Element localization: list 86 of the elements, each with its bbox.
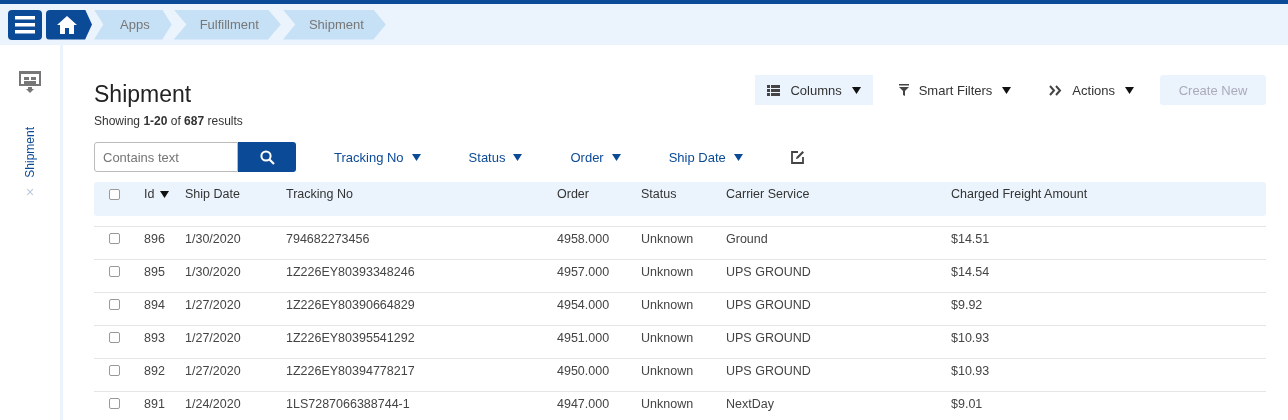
home-button[interactable] [46,9,92,40]
table-cell: 4951.000 [557,330,610,345]
table-cell: Unknown [641,363,694,378]
toolbar-button[interactable]: Smart Filters [886,75,1024,105]
warehouse-icon [19,71,41,93]
row-checkbox[interactable] [109,398,120,409]
table-cell: 893 [144,330,165,345]
row-checkbox[interactable] [109,266,120,277]
table-cell: $9.01 [951,396,983,411]
table-cell: UPS GROUND [726,297,811,312]
table-cell: $14.51 [951,231,990,246]
table-cell: 1LS7287066388744-1 [286,396,410,411]
table-cell: 891 [144,396,165,411]
filter-dropdown[interactable]: Order [570,149,621,165]
table-cell: NextDay [726,396,774,411]
double-chevron-icon [1049,84,1063,96]
table-cell: 1Z226EY80395541292 [286,330,415,345]
edit-icon[interactable] [790,150,805,164]
toolbar-button[interactable]: Actions [1037,75,1146,105]
results-summary: Showing 1-20 of 687 results [94,114,243,128]
caret-icon [851,86,861,94]
list-icon [767,84,781,96]
table-cell: 4947.000 [557,396,610,411]
table-cell: 1/24/2020 [185,396,241,411]
page-title: Shipment [94,81,193,108]
table-cell: $10.93 [951,363,990,378]
caret-icon [411,153,421,161]
table-cell: 1/30/2020 [185,264,241,279]
table-cell: 1Z226EY80393348246 [286,264,415,279]
table-cell: UPS GROUND [726,363,811,378]
table-cell: 4958.000 [557,231,610,246]
table-cell: 896 [144,231,165,246]
table-cell: 895 [144,264,165,279]
table-cell: 1/30/2020 [185,231,241,246]
home-icon [56,14,78,35]
table-cell: $10.93 [951,330,990,345]
caret-icon [513,153,523,161]
row-checkbox[interactable] [109,299,120,310]
search-icon [259,149,275,165]
table-cell: Unknown [641,396,694,411]
caret-icon [1002,86,1012,94]
table-cell: Unknown [641,330,694,345]
table-cell: Unknown [641,231,694,246]
table-cell: 1/27/2020 [185,363,241,378]
table-cell: 1Z226EY80390664829 [286,297,415,312]
column-header[interactable]: Order [557,187,589,201]
column-header[interactable]: Ship Date [185,187,240,201]
table-cell: $14.54 [951,264,990,279]
row-checkbox[interactable] [109,365,120,376]
table-cell: 4957.000 [557,264,610,279]
column-header[interactable]: Status [641,187,677,201]
table-cell: 894 [144,297,165,312]
row-checkbox[interactable] [109,332,120,343]
table-cell: 1/27/2020 [185,297,241,312]
toolbar-button[interactable]: Columns [755,75,873,105]
table-cell: Unknown [641,264,694,279]
table-cell: Ground [726,231,768,246]
row-checkbox[interactable] [109,233,120,244]
column-header[interactable]: Charged Freight Amount [951,187,1088,201]
filter-dropdown[interactable]: Tracking No [334,149,421,165]
caret-icon [733,153,743,161]
menu-button[interactable] [8,9,42,40]
sort-icon [160,190,170,198]
filter-icon [898,84,909,96]
table-cell: 1/27/2020 [185,330,241,345]
menu-icon [15,15,35,34]
column-header[interactable]: Tracking No [286,187,353,201]
filter-dropdown[interactable]: Status [468,149,523,165]
caret-icon [1125,86,1134,94]
column-header[interactable]: Id [144,187,155,201]
table-cell: 1Z226EY80394778217 [286,363,415,378]
sidebar-tab[interactable]: Shipment [23,127,37,178]
table-cell: Unknown [641,297,694,312]
table-cell: UPS GROUND [726,264,811,279]
table-cell: 4954.000 [557,297,610,312]
filter-dropdown[interactable]: Ship Date [668,149,743,165]
search-field[interactable]: Contains text [94,142,238,172]
table-cell: $9.92 [951,297,983,312]
table-cell: 4950.000 [557,363,610,378]
table-cell: 892 [144,363,165,378]
select-all-checkbox[interactable] [109,188,120,200]
table-cell: UPS GROUND [726,330,811,345]
search-button[interactable] [238,142,296,172]
column-header[interactable]: Carrier Service [726,187,810,201]
table-cell: 794682273456 [286,231,370,246]
caret-icon [611,153,621,161]
